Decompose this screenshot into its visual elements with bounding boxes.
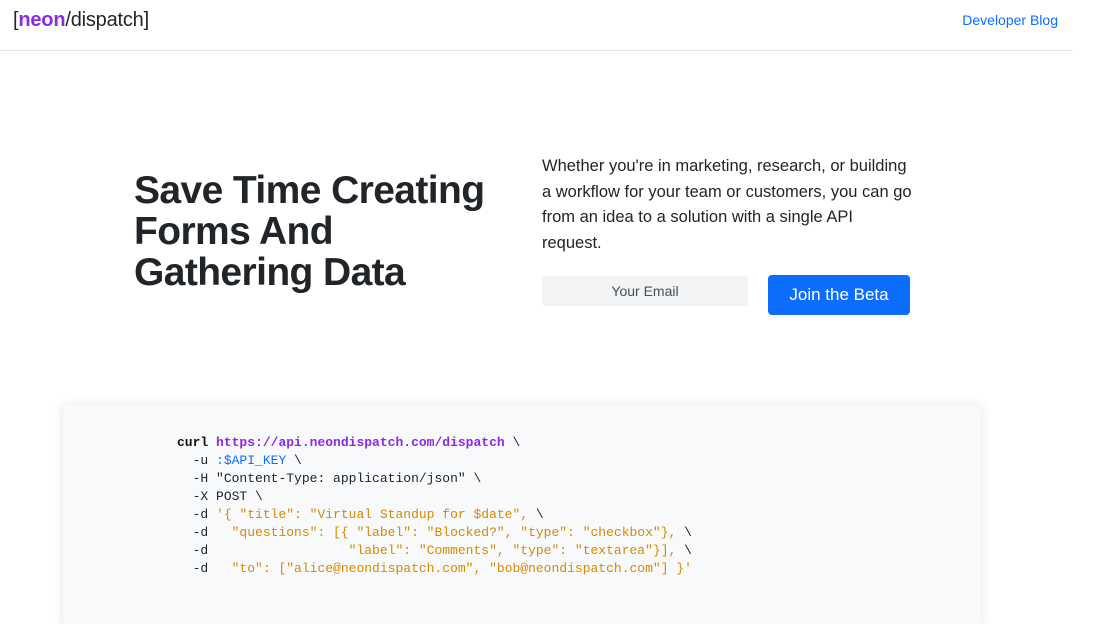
code-line-6-value: "questions": [{ "label": "Blocked?", "ty…	[216, 525, 677, 540]
join-beta-button[interactable]: Join the Beta	[768, 275, 910, 315]
brand-rest: /dispatch]	[65, 9, 149, 31]
code-line-3-tail: \	[465, 471, 482, 486]
code-line-6: -d "questions": [{ "label": "Blocked?", …	[177, 525, 692, 540]
hero-title-line-1: Save Time Creating	[134, 169, 485, 212]
code-line-5: -d '{ "title": "Virtual Standup for $dat…	[177, 507, 544, 522]
code-line-4-value: POST	[216, 489, 248, 504]
hero-description: Whether you're in marketing, research, o…	[542, 157, 912, 252]
code-line-4-flag: -X	[177, 489, 209, 504]
code-line-6-flag: -d	[177, 525, 209, 540]
code-line-5-value: '{ "title": "Virtual Standup for $date",	[216, 507, 529, 522]
code-line-1-url: https://api.neondispatch.com/dispatch	[216, 435, 505, 450]
code-line-3-flag: -H	[177, 471, 209, 486]
code-example-card: curl https://api.neondispatch.com/dispat…	[63, 404, 981, 624]
code-line-2-value: :$API_KEY	[216, 453, 287, 468]
code-line-3-value: "Content-Type: application/json"	[216, 471, 466, 486]
code-line-7: -d "label": "Comments", "type": "textare…	[177, 543, 692, 558]
hero-title-line-3: Gathering Data	[134, 251, 406, 294]
top-navbar: [neon/dispatch] Developer Blog	[0, 0, 1073, 51]
code-line-8-value: "to": ["alice@neondispatch.com", "bob@ne…	[216, 561, 692, 576]
hero-title-line-2: Forms And	[134, 210, 334, 253]
code-line-1: curl https://api.neondispatch.com/dispat…	[177, 435, 520, 450]
hero-title: Save Time Creating Forms And Gathering Dat…	[134, 170, 524, 293]
code-line-2-flag: -u	[177, 453, 209, 468]
code-line-8: -d "to": ["alice@neondispatch.com", "bob…	[177, 561, 692, 576]
code-line-7-tail: \	[676, 543, 692, 558]
code-line-6-tail: \	[676, 525, 692, 540]
curl-code-block: curl https://api.neondispatch.com/dispat…	[177, 434, 692, 578]
code-line-8-flag: -d	[177, 561, 209, 576]
email-input[interactable]	[542, 276, 748, 306]
code-line-2: -u :$API_KEY \	[177, 453, 302, 468]
code-line-4-tail: \	[247, 489, 263, 504]
developer-blog-link[interactable]: Developer Blog	[962, 12, 1058, 28]
code-line-5-flag: -d	[177, 507, 209, 522]
code-line-7-flag: -d	[177, 543, 209, 558]
code-line-7-value: "label": "Comments", "type": "textarea"}…	[216, 543, 677, 558]
code-line-2-tail: \	[286, 453, 302, 468]
code-line-4: -X POST \	[177, 489, 263, 504]
brand-logo[interactable]: [neon/dispatch]	[13, 9, 149, 32]
code-line-5-tail: \	[528, 507, 544, 522]
code-line-1-command: curl	[177, 435, 209, 450]
code-line-3: -H "Content-Type: application/json" \	[177, 471, 482, 486]
brand-accent: neon	[18, 9, 66, 31]
code-line-1-tail: \	[504, 435, 521, 450]
